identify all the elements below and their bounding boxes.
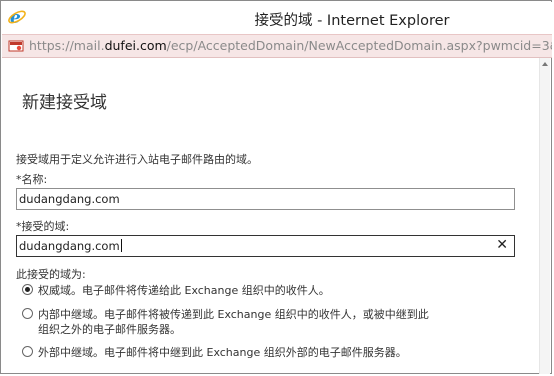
accepted-domain-field[interactable]: dudangdang.com ✕ [16,235,515,257]
url-prefix: https://mail. [29,38,105,53]
authoritative-domain-label: 权威域。电子邮件将传递给此 Exchange 组织中的收件人。 [38,284,330,297]
page-title: 新建接受域 [22,93,107,113]
url-domain: dufei.com [104,38,167,53]
form-description: 接受域用于定义允许进行入站电子邮件路由的域。 [16,153,258,166]
text-caret [120,239,122,252]
name-label: *名称: [16,173,48,186]
browser-window: e 接受的域 - Internet Explorer https://mail.… [0,0,552,374]
certificate-error-icon[interactable] [8,38,24,54]
domain-type-label: 此接受的域为: [16,268,86,281]
title-bar[interactable]: e 接受的域 - Internet Explorer [2,2,552,34]
external-relay-domain-label: 外部中继域。电子邮件将中继到此 Exchange 组织外部的电子邮件服务器。 [38,346,407,359]
internal-relay-label-line2: 组织之外的电子邮件服务器。 [38,323,181,336]
radio-button-checked[interactable] [22,284,33,295]
accepted-domain-label: *接受的域: [16,220,70,233]
scroll-up-arrow-icon[interactable] [542,62,548,66]
url-text[interactable]: https://mail.dufei.com/ecp/AcceptedDomai… [29,38,552,53]
internal-relay-domain-label: 内部中继域。电子邮件将被传递到此 Exchange 组织中的收件人，或被中继到此… [38,307,429,337]
name-field[interactable]: dudangdang.com [16,188,515,210]
address-bar[interactable]: https://mail.dufei.com/ecp/AcceptedDomai… [2,34,552,58]
radio-button[interactable] [22,308,33,319]
accepted-domain-field-value: dudangdang.com [19,239,120,253]
url-path: /ecp/AcceptedDomain/NewAcceptedDomain.as… [166,38,552,53]
radio-button[interactable] [22,346,33,357]
internal-relay-label-line1: 内部中继域。电子邮件将被传递到此 Exchange 组织中的收件人，或被中继到此 [38,308,429,321]
window-title: 接受的域 - Internet Explorer [254,13,450,29]
name-field-value: dudangdang.com [19,192,120,206]
clear-icon[interactable]: ✕ [496,237,508,253]
vertical-scrollbar[interactable] [539,58,550,374]
